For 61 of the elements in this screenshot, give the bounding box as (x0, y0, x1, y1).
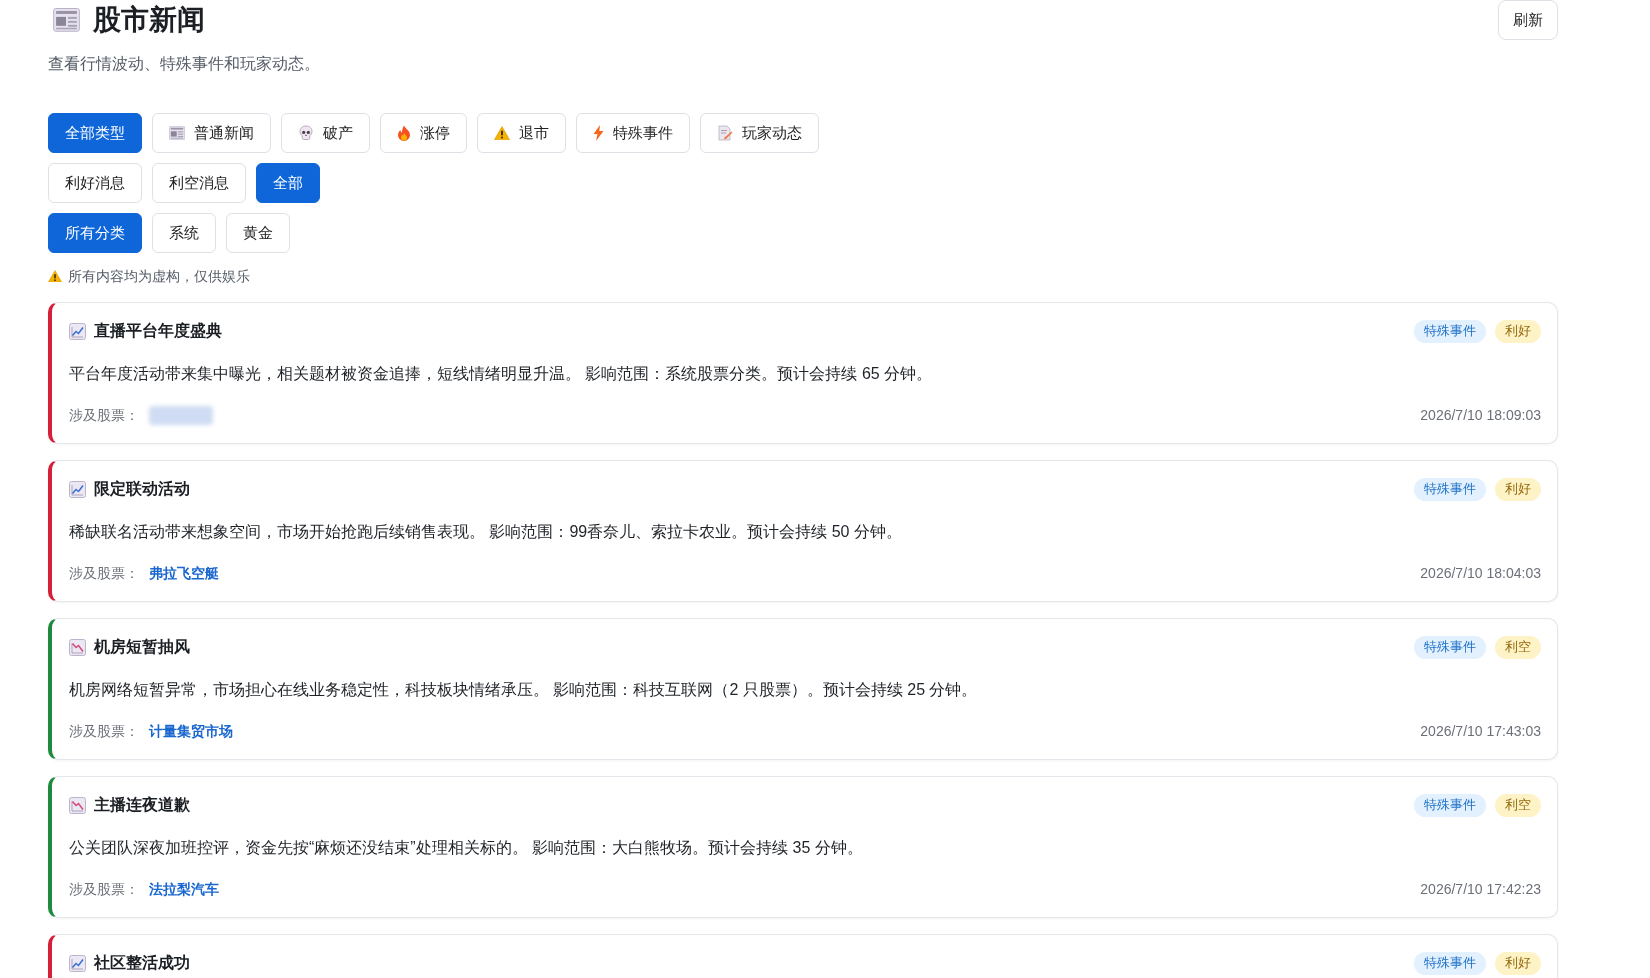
filter-button[interactable]: 破产 (281, 113, 370, 153)
news-title: 社区整活成功 (94, 953, 190, 973)
disclaimer: 所有内容均为虚构，仅供娱乐 (68, 266, 250, 286)
tag: 特殊事件 (1414, 793, 1486, 817)
stocks-label: 涉及股票： (69, 721, 139, 741)
filter-button[interactable]: 全部 (256, 163, 320, 203)
timestamp: 2026/7/10 17:42:23 (1420, 879, 1541, 899)
filter-button[interactable]: 涨停 (380, 113, 467, 153)
tag: 特殊事件 (1414, 951, 1486, 975)
news-title: 直播平台年度盛典 (94, 321, 222, 341)
stock-link[interactable]: 弗拉飞空艇 (149, 562, 219, 584)
stocks-label: 涉及股票： (69, 563, 139, 583)
stocks-label: 涉及股票： (69, 879, 139, 899)
page-title: 股市新闻 (93, 3, 205, 37)
tag: 利好 (1495, 951, 1541, 975)
filter-button[interactable]: 利空消息 (152, 163, 246, 203)
tag: 特殊事件 (1414, 319, 1486, 343)
blurred-stock-block (149, 405, 213, 425)
chart-up-icon (69, 954, 86, 972)
filter-button[interactable]: 利好消息 (48, 163, 142, 203)
newspaper-icon (53, 8, 80, 32)
news-title: 限定联动活动 (94, 479, 190, 499)
stock-link[interactable]: 计量集贸市场 (149, 720, 233, 742)
filter-button[interactable]: 黄金 (226, 213, 290, 253)
news-body: 稀缺联名活动带来想象空间，市场开始抢跑后续销售表现。 影响范围：99香奈儿、索拉卡农业。预计会持续 50 分钟。 (69, 522, 903, 542)
filter-button[interactable]: 全部类型 (48, 113, 142, 153)
timestamp: 2026/7/10 18:09:03 (1420, 405, 1541, 425)
chart-up-icon (69, 480, 86, 498)
chart-up-icon (69, 322, 86, 340)
tag: 利空 (1495, 793, 1541, 817)
stocks-label: 涉及股票： (69, 405, 139, 425)
news-title: 机房短暂抽风 (94, 637, 190, 657)
filter-button[interactable]: 所有分类 (48, 213, 142, 253)
tag: 特殊事件 (1414, 635, 1486, 659)
lightning-icon (593, 125, 604, 141)
tag: 特殊事件 (1414, 477, 1486, 501)
filter-button[interactable]: 退市 (477, 113, 566, 153)
filter-button[interactable]: 系统 (152, 213, 216, 253)
memo-icon (717, 125, 733, 141)
news-body: 机房网络短暂异常，市场担心在线业务稳定性，科技板块情绪承压。 影响范围：科技互联网（2 只股票）。预计会持续 25 分钟。 (69, 680, 979, 700)
timestamp: 2026/7/10 17:43:03 (1420, 721, 1541, 741)
news-body: 公关团队深夜加班控评，资金先按“麻烦还没结束”处理相关标的。 影响范围：大白熊牧场。预计会持续 35 分钟。 (69, 838, 864, 858)
timestamp: 2026/7/10 18:04:03 (1420, 563, 1541, 583)
filter-button[interactable]: 玩家动态 (700, 113, 819, 153)
stock-link[interactable]: 法拉梨汽车 (149, 878, 219, 900)
news-body: 平台年度活动带来集中曝光，相关题材被资金追捧，短线情绪明显升温。 影响范围：系统股票分类。预计会持续 65 分钟。 (69, 364, 934, 384)
newspaper-icon (169, 125, 185, 141)
warning-icon (494, 125, 510, 141)
warning-icon (48, 269, 62, 283)
refresh-button[interactable]: 刷新 (1498, 0, 1558, 40)
tag: 利好 (1495, 477, 1541, 501)
skull-icon (298, 125, 314, 141)
filter-button[interactable]: 特殊事件 (576, 113, 690, 153)
filter-button[interactable]: 普通新闻 (152, 113, 271, 153)
news-title: 主播连夜道歉 (94, 795, 190, 815)
chart-down-icon (69, 796, 86, 814)
tag: 利好 (1495, 319, 1541, 343)
fire-icon (397, 125, 411, 141)
chart-down-icon (69, 638, 86, 656)
tag: 利空 (1495, 635, 1541, 659)
page-subtitle: 查看行情波动、特殊事件和玩家动态。 (48, 54, 321, 74)
